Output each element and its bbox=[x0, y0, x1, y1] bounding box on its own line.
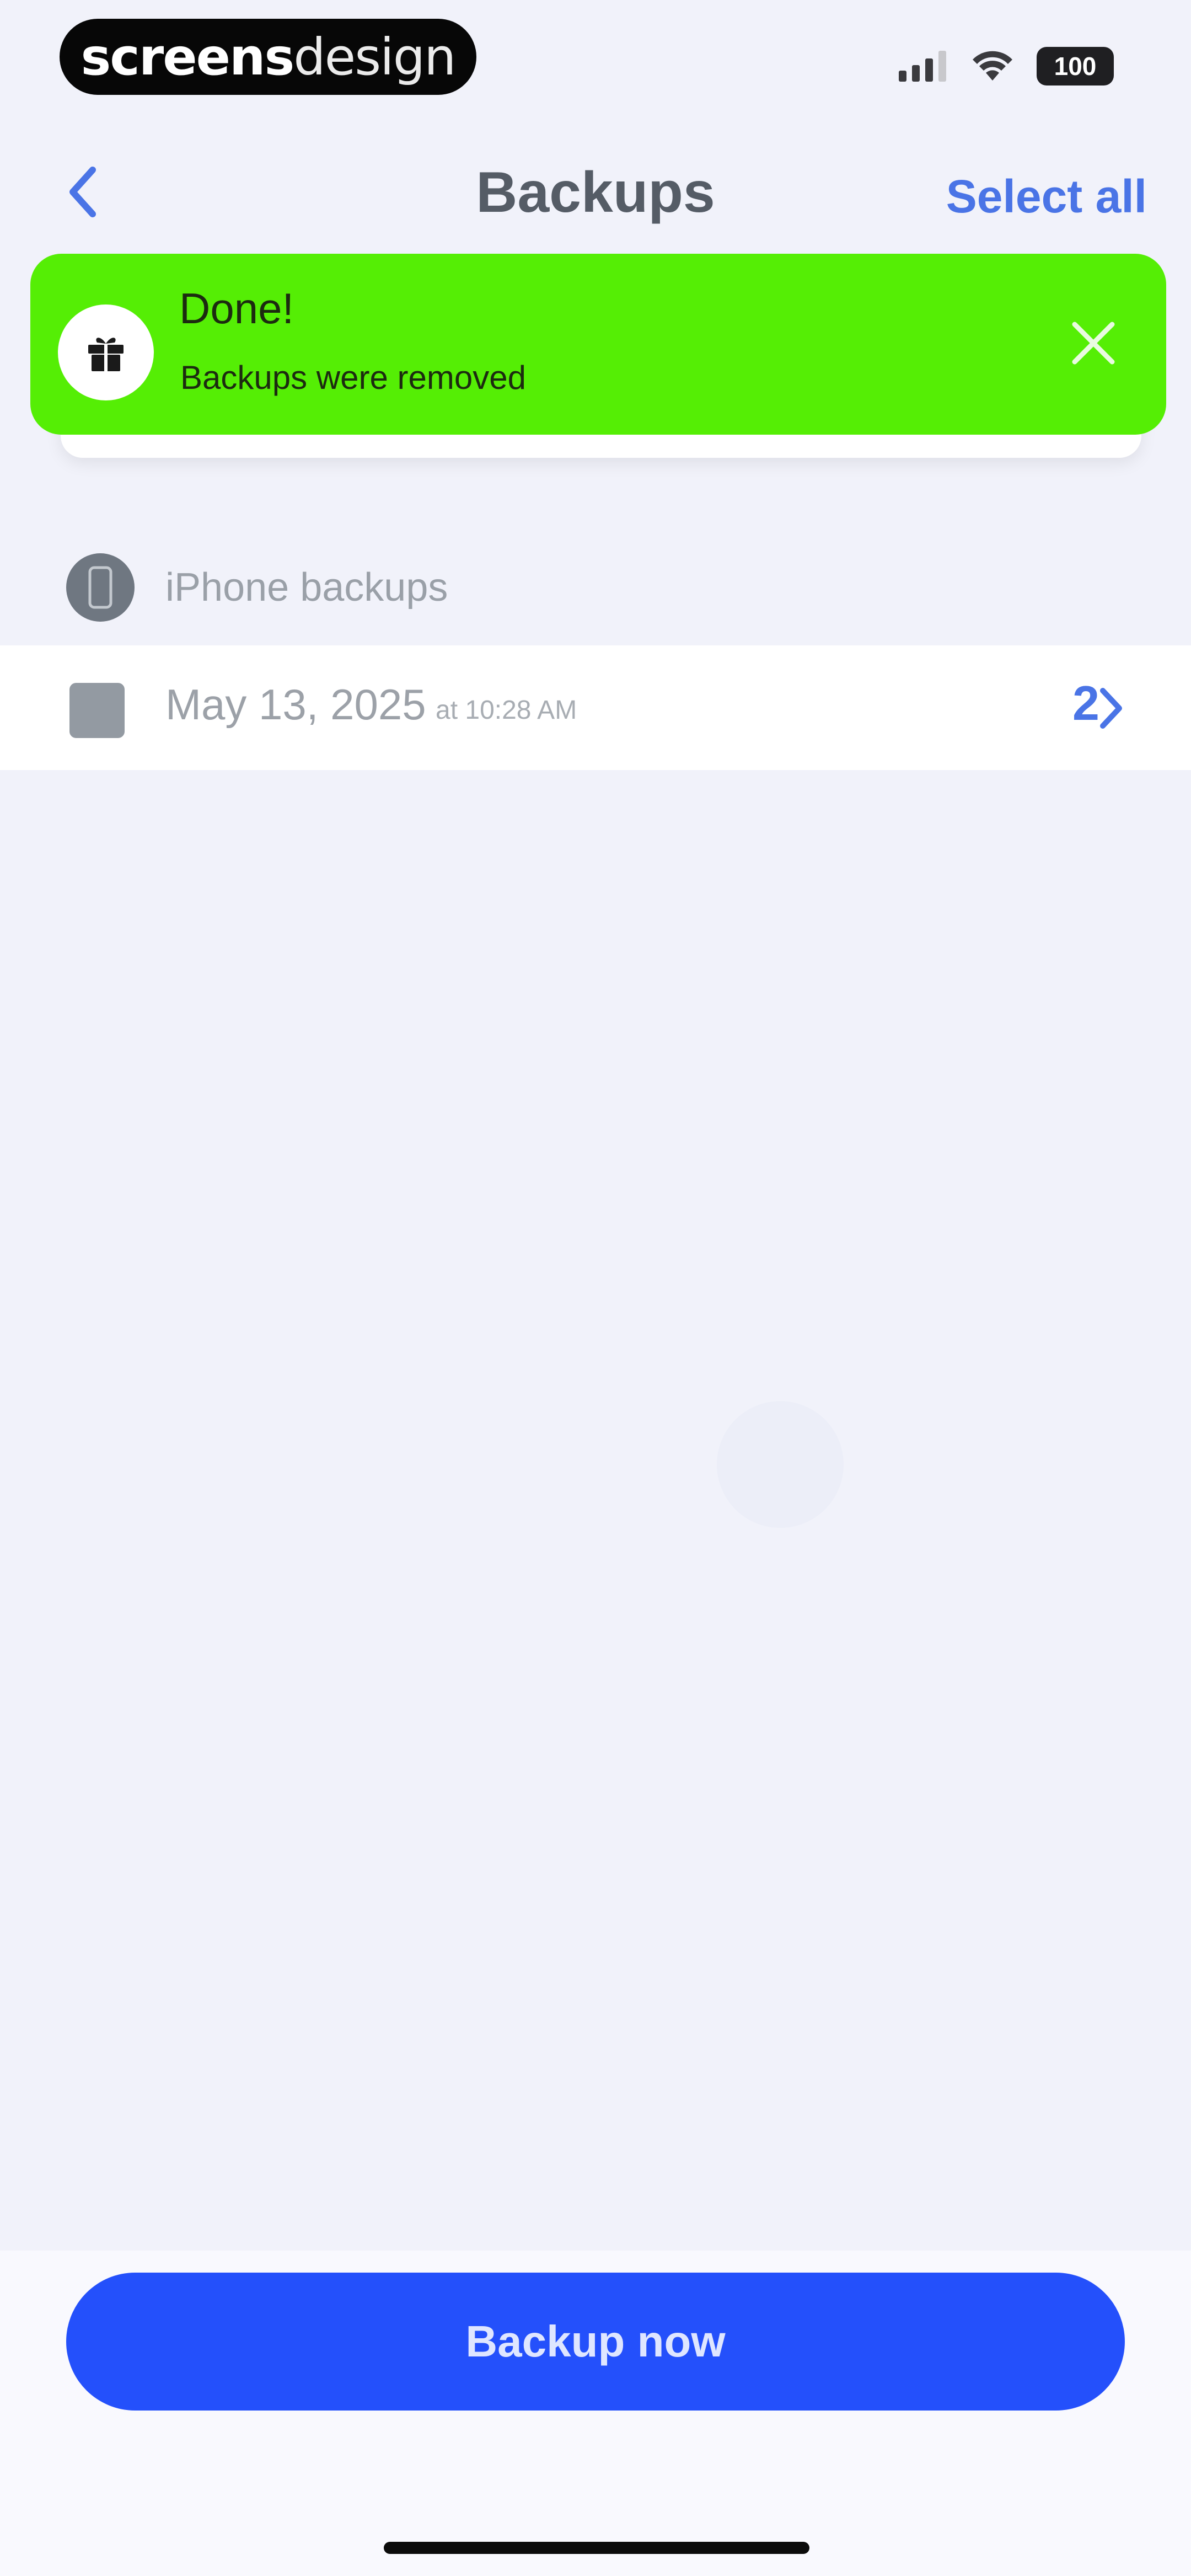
battery-indicator: 100 bbox=[1037, 47, 1114, 85]
toast-close-button[interactable] bbox=[1060, 311, 1126, 377]
backup-date: May 13, 2025 bbox=[165, 680, 426, 729]
success-toast: Done! Backups were removed bbox=[30, 254, 1166, 435]
select-all-button[interactable]: Select all bbox=[946, 170, 1147, 223]
watermark-light-text: design bbox=[293, 27, 456, 87]
section-title: iPhone backups bbox=[165, 565, 448, 610]
toast-message: Backups were removed bbox=[180, 359, 526, 396]
close-icon bbox=[1070, 320, 1117, 369]
toast-title: Done! bbox=[179, 284, 294, 333]
home-indicator bbox=[384, 2542, 809, 2554]
bottom-panel: Backup now bbox=[0, 2251, 1191, 2576]
status-bar: screens design 100 bbox=[0, 0, 1191, 110]
navigation-bar: Backups Select all bbox=[0, 138, 1191, 248]
iphone-device-icon bbox=[66, 553, 135, 622]
backup-now-button[interactable]: Backup now bbox=[66, 2273, 1125, 2411]
backup-row[interactable]: May 13, 2025 at 10:28 AM 2 bbox=[0, 645, 1191, 770]
section-header-iphone-backups: iPhone backups bbox=[66, 552, 448, 623]
gift-icon bbox=[58, 304, 154, 400]
empty-state-placeholder-icon bbox=[717, 1401, 844, 1528]
backup-thumbnail-icon bbox=[69, 683, 125, 738]
screen: screens design 100 Backups Select all Do… bbox=[0, 0, 1191, 2576]
backup-time: at 10:28 AM bbox=[436, 696, 577, 725]
watermark-bold-text: screens bbox=[81, 27, 295, 87]
wifi-icon bbox=[970, 49, 1015, 84]
chevron-right-icon bbox=[1092, 681, 1130, 736]
screensdesign-watermark: screens design bbox=[60, 19, 476, 95]
status-icons: 100 bbox=[899, 44, 1114, 88]
cellular-signal-icon bbox=[899, 49, 948, 84]
